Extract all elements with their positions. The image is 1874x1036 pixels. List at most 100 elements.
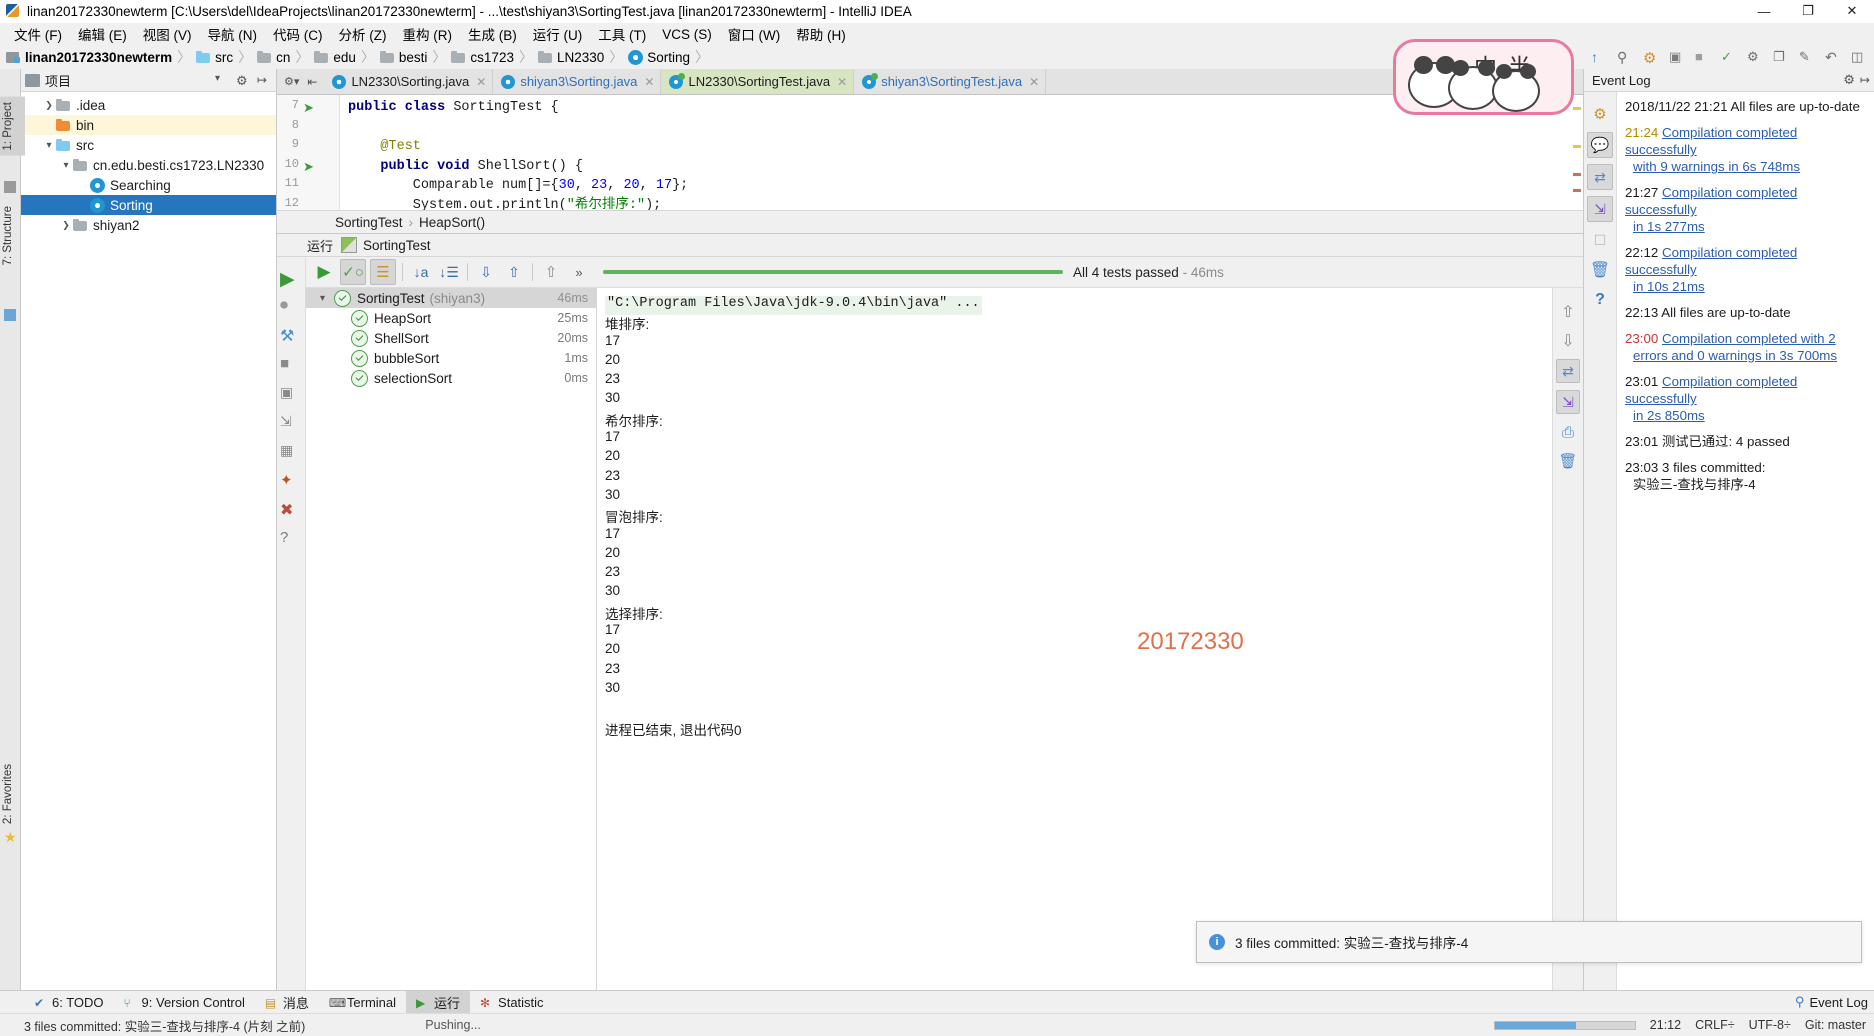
close-tab-icon[interactable]: ✕ (1029, 75, 1039, 89)
paste-icon[interactable]: ✎ (1799, 49, 1816, 66)
commit-icon[interactable]: ↑ (1591, 49, 1608, 66)
scroll-up-icon[interactable]: ⇧ (1557, 301, 1579, 323)
tree-node-searching[interactable]: c Searching (21, 175, 276, 195)
test-row-heapsort[interactable]: HeapSort 25ms (306, 308, 596, 328)
scroll-to-source-icon[interactable]: ⇤ (303, 75, 321, 89)
tree-toggle-down-icon[interactable] (59, 160, 73, 171)
show-ignored-tests-icon[interactable]: ☰ (370, 259, 396, 285)
run-gutter-icon[interactable]: ➤ (303, 159, 317, 174)
test-row-bubblesort[interactable]: bubbleSort 1ms (306, 348, 596, 368)
stop-icon[interactable]: ■ (280, 355, 302, 377)
menu-item-3[interactable]: 导航 (N) (200, 22, 266, 46)
tree-toggle-down-icon[interactable]: ▾ (320, 293, 325, 304)
close-tab-icon[interactable]: ✕ (837, 75, 847, 89)
status-line-separator[interactable]: CRLF÷ (1695, 1018, 1735, 1032)
pin-icon[interactable]: ✦ (280, 471, 302, 493)
gear-icon[interactable]: ⚙ (1843, 72, 1855, 88)
code-editor[interactable]: 7 ➤ 8 9 10 ➤ 11 12 public class SortingTest { @… (277, 95, 1583, 211)
run-config-name[interactable]: SortingTest (363, 238, 431, 253)
clear-all-icon[interactable]: 🗑 (1588, 258, 1612, 282)
hide-panel-icon[interactable]: ↦ (257, 73, 272, 88)
event-link[interactable]: in 10s 21ms (1633, 279, 1705, 294)
notification-balloon[interactable]: i 3 files committed: 实验三-查找与排序-4 (1196, 921, 1862, 963)
sidebar-item-favorites[interactable]: 2: Favorites (0, 759, 25, 829)
print-icon[interactable]: ⎙ (1557, 421, 1579, 443)
close-button[interactable]: ✕ (1830, 0, 1874, 22)
close-icon[interactable]: ✖ (280, 500, 302, 522)
console-icon[interactable]: ▦ (280, 442, 302, 464)
breadcrumb-item-0[interactable]: linan20172330newterm (6, 50, 172, 65)
clear-all-icon[interactable]: 🗑 (1557, 450, 1579, 472)
breadcrumb-item-7[interactable]: c Sorting (628, 49, 690, 65)
breadcrumb-item-3[interactable]: edu (314, 50, 356, 65)
tree-toggle-down-icon[interactable] (42, 140, 56, 151)
tree-node-shiyan2[interactable]: shiyan2 (21, 215, 276, 235)
tree-toggle-right-icon[interactable] (42, 100, 56, 111)
settings-wrench-icon[interactable]: ⚙ (1588, 102, 1612, 126)
search-everywhere-icon[interactable]: ⚲ (1617, 49, 1634, 66)
soft-wrap-icon[interactable]: ⇄ (1556, 359, 1580, 383)
bottom-tab---[interactable]: ▤ 消息 (255, 991, 319, 1013)
tab-settings-icon[interactable]: ⚙▾ (280, 75, 303, 88)
console-output[interactable]: "C:\Program Files\Java\jdk-9.0.4\bin\jav… (597, 288, 1583, 990)
breadcrumb-item-1[interactable]: src (196, 50, 233, 65)
expand-all-icon[interactable]: ⇩ (474, 260, 498, 284)
menu-item-0[interactable]: 文件 (F) (6, 22, 70, 46)
debug-icon[interactable]: ✓ (1721, 49, 1738, 66)
test-row-selectionsort[interactable]: selectionSort 0ms (306, 368, 596, 388)
bottom-tab-9--version-control[interactable]: ⑂ 9: Version Control (114, 991, 255, 1013)
breadcrumb-item-6[interactable]: LN2330 (537, 50, 604, 65)
run-button-icon[interactable]: ▶ (280, 268, 302, 290)
sort-by-duration-icon[interactable]: ↓☰ (437, 260, 461, 284)
menu-item-6[interactable]: 重构 (R) (395, 22, 461, 46)
event-log-magnifier-icon[interactable]: ⚲ (1795, 994, 1805, 1010)
scroll-down-icon[interactable]: ⇩ (1557, 330, 1579, 352)
profile-icon[interactable]: ⚙ (1747, 49, 1764, 66)
run-gutter-icon[interactable]: ➤ (303, 100, 317, 115)
menu-item-1[interactable]: 编辑 (E) (70, 22, 135, 46)
bottom-tab-terminal[interactable]: ⌨ Terminal (319, 991, 406, 1013)
tree-node-cn-edu-besti-cs1723-ln2330[interactable]: cn.edu.besti.cs1723.LN2330 (21, 155, 276, 175)
mark-read-icon[interactable]: ☐ (1588, 228, 1612, 252)
status-encoding[interactable]: UTF-8÷ (1749, 1018, 1791, 1032)
export-icon[interactable]: ⇲ (280, 413, 302, 435)
editor-tab-1[interactable]: shiyan3\Sorting.java ✕ (493, 69, 662, 94)
scroll-to-end-icon[interactable]: ⇲ (1556, 390, 1580, 414)
test-row-sortingtest[interactable]: ▾ SortingTest (shiyan3) 46ms (306, 288, 596, 308)
maximize-button[interactable]: ❐ (1786, 0, 1830, 22)
stop-icon[interactable]: ■ (1695, 49, 1712, 66)
event-link[interactable]: in 1s 277ms (1633, 219, 1705, 234)
menu-item-11[interactable]: 窗口 (W) (720, 22, 788, 46)
breadcrumb-item-5[interactable]: cs1723 (451, 50, 514, 65)
toggle-passed-tests-icon[interactable]: ✓○ (340, 259, 366, 285)
soft-wrap-icon[interactable]: ⇄ (1587, 164, 1613, 190)
sidebar-item-structure[interactable]: 7: Structure (0, 201, 25, 270)
event-link[interactable]: errors and 0 warnings in 3s 700ms (1633, 348, 1837, 363)
close-tab-icon[interactable]: ✕ (644, 75, 654, 89)
menu-item-2[interactable]: 视图 (V) (135, 22, 200, 46)
breadcrumb-method[interactable]: HeapSort() (419, 215, 485, 230)
menu-item-10[interactable]: VCS (S) (654, 25, 720, 44)
rerun-failed-icon[interactable]: ⏺ (280, 297, 302, 319)
notification-balloon-icon[interactable]: 💬 (1587, 132, 1613, 158)
chevron-down-icon[interactable]: ▾ (215, 73, 230, 88)
menu-item-4[interactable]: 代码 (C) (265, 22, 331, 46)
screenshot-icon[interactable]: ▣ (280, 384, 302, 406)
bottom-tab---[interactable]: ▶ 运行 (406, 991, 471, 1013)
minimize-button[interactable]: — (1742, 0, 1786, 22)
breadcrumb-item-4[interactable]: besti (379, 50, 427, 65)
event-link[interactable]: with 9 warnings in 6s 748ms (1633, 159, 1800, 174)
build-icon[interactable]: ▣ (1669, 49, 1686, 66)
bottom-tab-statistic[interactable]: ✻ Statistic (470, 991, 554, 1013)
test-row-shellsort[interactable]: ShellSort 20ms (306, 328, 596, 348)
layout-icon[interactable]: ◫ (1851, 49, 1868, 66)
close-tab-icon[interactable]: ✕ (476, 75, 486, 89)
bottom-tab-6--todo[interactable]: ✔ 6: TODO (24, 991, 114, 1013)
tree-toggle-right-icon[interactable] (59, 220, 73, 231)
breadcrumb-class[interactable]: SortingTest (335, 215, 403, 230)
editor-code-text[interactable]: public class SortingTest { @Test public … (340, 95, 1583, 210)
sort-alphabetically-icon[interactable]: ↓a (409, 260, 433, 284)
undo-icon[interactable]: ↶ (1825, 49, 1842, 66)
tree-node-sorting[interactable]: c Sorting (21, 195, 276, 215)
help-icon[interactable]: ? (280, 529, 302, 551)
